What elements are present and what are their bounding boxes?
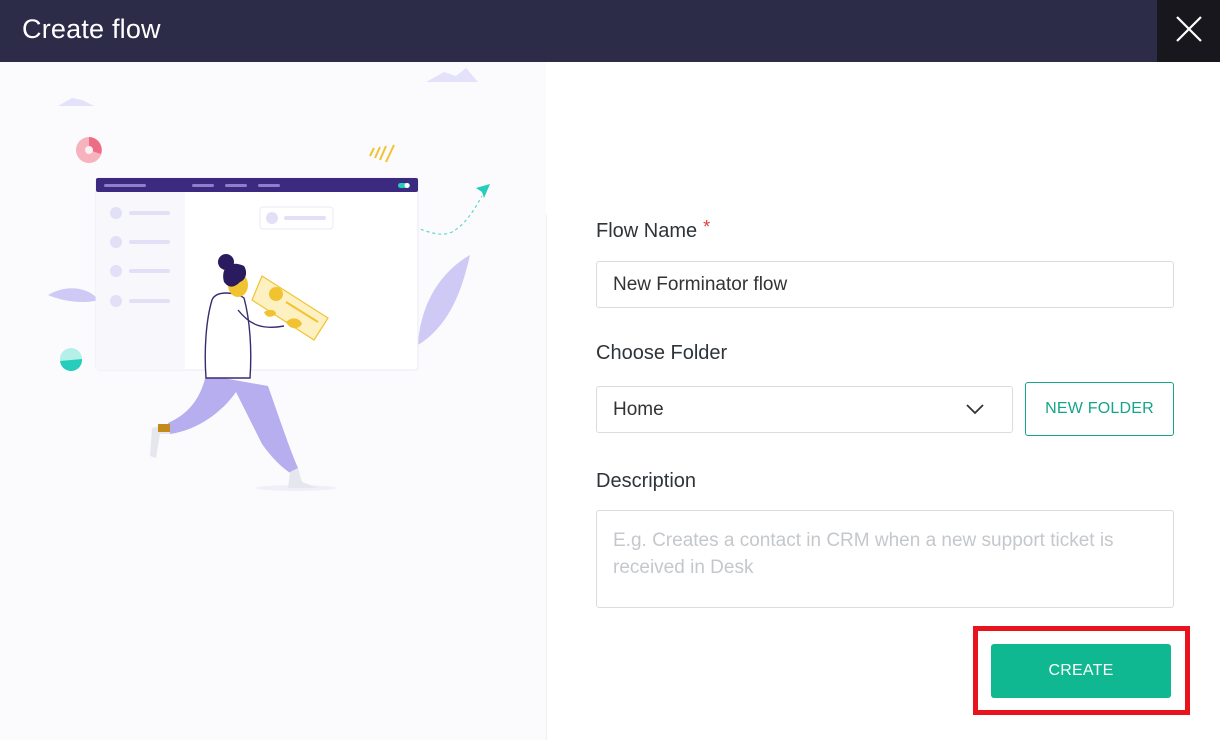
chevron-down-icon <box>966 404 984 415</box>
close-icon <box>1176 16 1202 42</box>
flow-name-input[interactable] <box>596 261 1174 308</box>
new-folder-button[interactable]: NEW FOLDER <box>1025 382 1174 436</box>
folder-select[interactable]: Home <box>596 386 1013 433</box>
choose-folder-label: Choose Folder <box>596 342 728 364</box>
folder-select-value: Home <box>613 399 664 420</box>
flow-name-label-text: Flow Name <box>596 220 698 242</box>
description-label: Description <box>596 470 697 492</box>
close-button[interactable] <box>1157 0 1220 62</box>
modal-title: Create flow <box>22 14 161 44</box>
flow-name-label: Flow Name * <box>596 217 711 243</box>
modal-header: Create flow <box>0 0 1220 62</box>
create-button[interactable]: CREATE <box>991 644 1171 698</box>
description-textarea[interactable] <box>596 510 1174 608</box>
flow-illustration <box>48 68 490 491</box>
required-asterisk: * <box>703 217 711 237</box>
panel-divider <box>546 215 547 740</box>
